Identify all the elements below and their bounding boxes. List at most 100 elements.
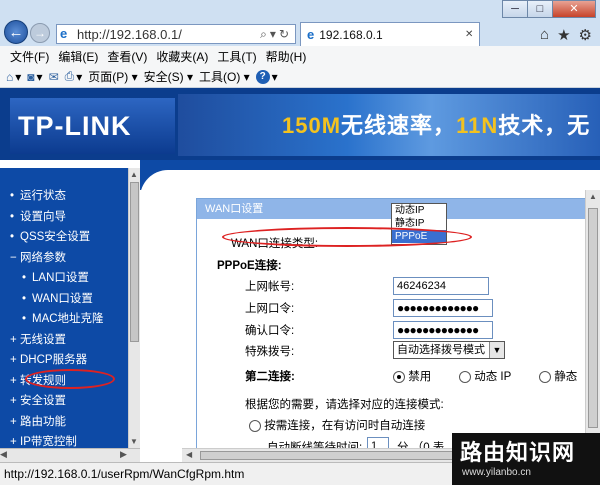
forward-arrow-icon[interactable]: → [30, 23, 50, 43]
on-demand-option[interactable]: 按需连接，在有访问时自动连接 [249, 417, 425, 433]
scroll-right-icon[interactable]: ▶ [120, 449, 127, 460]
dial-mode-label: 特殊拨号: [245, 346, 295, 358]
vscroll-up-icon[interactable]: ▲ [589, 192, 597, 201]
menu-file[interactable]: 文件(F) [10, 48, 49, 65]
page-vscroll-thumb[interactable] [588, 208, 598, 428]
help-menu[interactable]: ? ▾ [255, 69, 278, 84]
banner: TP-LINK 150M无线速率，11N技术，无 [0, 88, 600, 160]
password-label: 上网口令: [245, 303, 295, 315]
settings-gear-icon[interactable]: ⚙ [579, 26, 592, 44]
sidebar-item-qss[interactable]: • QSS安全设置 [10, 227, 128, 248]
menu-view[interactable]: 查看(V) [107, 48, 147, 65]
hscroll-left-icon[interactable]: ◀ [186, 450, 192, 459]
back-arrow-icon[interactable]: ← [4, 20, 28, 44]
sidebar-scroll-thumb[interactable] [130, 182, 139, 342]
sidebar-item-wizard[interactable]: • 设置向导 [10, 207, 128, 228]
menu-edit[interactable]: 编辑(E) [58, 48, 98, 65]
browser-titlebar: ─ □ ✕ ← → e http://192.168.0.1/ ⌕▾↻ e 19… [0, 0, 600, 46]
browser-toolicons: ⌂ ★ ⚙ [540, 26, 592, 44]
router-page: TP-LINK 150M无线速率，11N技术，无 • 运行状态 • 设置向导 • QS… [0, 88, 600, 462]
chevron-down-icon: ▼ [489, 342, 504, 358]
print-cmd[interactable]: ⎙ ▾ [65, 69, 83, 84]
refresh-icon[interactable]: ↻ [279, 27, 292, 41]
sidebar: • 运行状态 • 设置向导 • QSS安全设置 − 网络参数 • LAN口设置 • WAN口… [0, 168, 128, 448]
menu-help[interactable]: 帮助(H) [266, 48, 307, 65]
watermark-title: 路由知识网 [460, 440, 576, 465]
tplink-logo: TP-LINK [10, 98, 175, 154]
dial-mode-select[interactable]: 自动选择拨号模式 ▼ [393, 341, 505, 359]
printer-icon: ⎙ [64, 69, 75, 83]
scroll-up-icon[interactable]: ▲ [130, 170, 138, 179]
second-conn-dynamic[interactable]: 动态 IP [459, 368, 511, 384]
safety-menu[interactable]: 安全(S) ▾ [144, 68, 193, 85]
confirm-password-label: 确认口令: [245, 325, 295, 337]
address-bar[interactable]: e http://192.168.0.1/ ⌕▾↻ [56, 24, 296, 44]
search-icon[interactable]: ⌕ [260, 27, 270, 41]
tab-title: 192.168.0.1 [319, 27, 383, 42]
scroll-down-icon[interactable]: ▼ [130, 437, 138, 446]
dropdown-icon[interactable]: ▾ [270, 27, 279, 41]
mail-cmd[interactable]: ✉ [49, 70, 59, 84]
second-conn-label: 第二连接: [245, 371, 295, 383]
home-cmd[interactable]: ⌂ ▾ [6, 70, 21, 84]
address-actions: ⌕▾↻ [260, 27, 295, 42]
sidebar-scrollbar[interactable]: ▲ ▼ [128, 168, 140, 448]
dial-mode-value: 自动选择拨号模式 [397, 344, 485, 356]
ie-tab-icon: e [307, 27, 315, 42]
wan-type-highlight-ellipse [222, 227, 472, 247]
menu-favorites[interactable]: 收藏夹(A) [156, 48, 208, 65]
sidebar-item-wireless[interactable]: + 无线设置 [10, 330, 128, 351]
sidebar-item-mac-clone[interactable]: • MAC地址克隆 [10, 309, 128, 330]
pppoe-section-title: PPPoE连接: [217, 260, 282, 272]
close-window-button[interactable]: ✕ [552, 0, 596, 18]
sidebar-item-status[interactable]: • 运行状态 [10, 186, 128, 207]
sidebar-item-dhcp[interactable]: + DHCP服务器 [10, 350, 128, 371]
sidebar-item-lan[interactable]: • LAN口设置 [10, 268, 128, 289]
banner-slogan: 150M无线速率，11N技术，无 [282, 108, 590, 140]
wan-highlight-ellipse [25, 369, 115, 389]
tools-menu[interactable]: 工具(O) ▾ [199, 68, 250, 85]
second-conn-disabled[interactable]: 禁用 [393, 368, 431, 384]
radio-disabled[interactable] [393, 370, 405, 383]
sidebar-item-security[interactable]: + 安全设置 [10, 391, 128, 412]
radio-dynamic-ip[interactable] [459, 370, 471, 383]
address-url[interactable]: http://192.168.0.1/ [77, 27, 260, 42]
page-vscrollbar[interactable]: ▲ [585, 190, 600, 448]
radio-static-ip[interactable] [539, 370, 551, 383]
site-watermark: 路由知识网 www.yilanbo.cn [452, 433, 600, 485]
browser-tab[interactable]: e 192.168.0.1 ✕ [300, 22, 480, 46]
slogan-part1: 150M [282, 113, 342, 138]
sidebar-item-wan[interactable]: • WAN口设置 [10, 289, 128, 310]
wan-type-option-dynamic[interactable]: 动态IP [392, 204, 446, 217]
help-icon: ? [255, 69, 270, 84]
maximize-button[interactable]: □ [527, 0, 553, 18]
sidebar-item-routing[interactable]: + 路由功能 [10, 412, 128, 433]
password-input[interactable]: ●●●●●●●●●●●●● [393, 299, 493, 317]
slogan-part2: 无线速率， [341, 113, 457, 138]
radio-on-demand[interactable] [249, 419, 261, 432]
favorites-star-icon[interactable]: ★ [557, 26, 570, 44]
confirm-password-input[interactable]: ●●●●●●●●●●●●● [393, 321, 493, 339]
mode-hint: 根据您的需要，请选择对应的连接模式: [245, 399, 444, 411]
home-icon[interactable]: ⌂ [540, 26, 549, 44]
feeds-cmd[interactable]: ◙ ▾ [27, 70, 42, 84]
tab-close-icon[interactable]: ✕ [465, 29, 479, 40]
slogan-part4: 技术，无 [498, 113, 591, 138]
sidebar-item-network[interactable]: − 网络参数 [10, 248, 128, 269]
page-menu[interactable]: 页面(P) ▾ [88, 68, 137, 85]
slogan-part3: 11N [456, 113, 499, 138]
mail-icon: ✉ [48, 69, 59, 84]
sidebar-hscrollbar[interactable]: ◀ ▶ [0, 448, 140, 462]
account-label: 上网帐号: [245, 281, 295, 293]
second-conn-static[interactable]: 静态 [539, 368, 577, 384]
ie-page-icon: e [60, 26, 68, 41]
scroll-left-icon[interactable]: ◀ [0, 449, 7, 459]
window-controls: ─ □ ✕ [502, 0, 596, 18]
home-small-icon: ⌂ [6, 69, 14, 84]
account-input[interactable]: 46246234 [393, 277, 489, 295]
menu-bar: 文件(F) 编辑(E) 查看(V) 收藏夹(A) 工具(T) 帮助(H) [0, 46, 600, 66]
command-bar: ⌂ ▾ ◙ ▾ ✉ ⎙ ▾ 页面(P) ▾ 安全(S) ▾ 工具(O) ▾ ? ▾ [0, 66, 600, 88]
menu-tools[interactable]: 工具(T) [217, 48, 256, 65]
minimize-button[interactable]: ─ [502, 0, 528, 18]
rss-feed-icon: ◙ [27, 69, 35, 84]
